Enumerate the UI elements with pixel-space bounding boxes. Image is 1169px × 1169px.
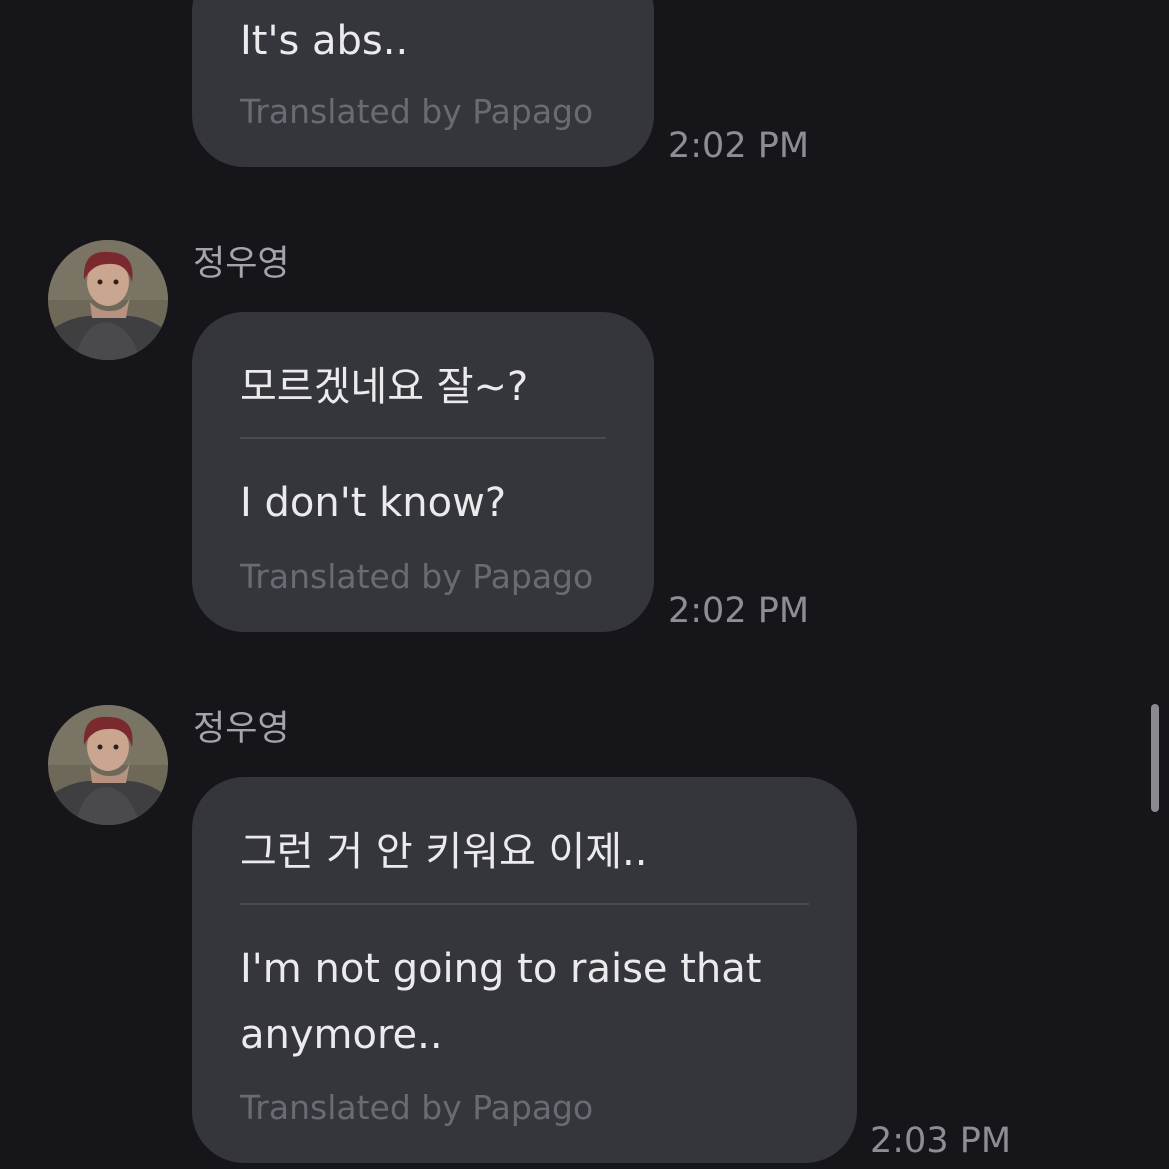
message-timestamp: 2:02 PM (668, 126, 810, 166)
message-timestamp: 2:02 PM (668, 591, 810, 631)
message-bubble[interactable]: It's abs.. Translated by Papago (192, 0, 654, 167)
message-translation-line: I'm not going to raise that (240, 946, 762, 992)
translation-credit: Translated by Papago (240, 1088, 594, 1127)
sender-name: 정우영 (193, 244, 290, 284)
translation-divider (240, 903, 809, 905)
message-translation: It's abs.. (240, 18, 409, 64)
translation-divider (240, 437, 606, 439)
translation-credit: Translated by Papago (240, 92, 594, 131)
message-original: 모르겠네요 잘~? (240, 364, 529, 410)
sender-avatar[interactable] (48, 705, 168, 825)
translation-credit: Translated by Papago (240, 557, 594, 596)
message-original: 그런 거 안 키워요 이제.. (240, 829, 648, 875)
sender-avatar[interactable] (48, 240, 168, 360)
chat-screen: It's abs.. Translated by Papago 2:02 PM … (0, 0, 1169, 1169)
message-translation-line: anymore.. (240, 1012, 443, 1058)
sender-name: 정우영 (193, 709, 290, 749)
profile-photo-icon (48, 705, 168, 825)
message-bubble[interactable]: 그런 거 안 키워요 이제.. I'm not going to raise t… (192, 777, 857, 1163)
scroll-indicator[interactable] (1151, 704, 1159, 812)
message-translation: I don't know? (240, 480, 507, 526)
message-timestamp: 2:03 PM (870, 1121, 1012, 1161)
message-bubble[interactable]: 모르겠네요 잘~? I don't know? Translated by Pa… (192, 312, 654, 632)
profile-photo-icon (48, 240, 168, 360)
